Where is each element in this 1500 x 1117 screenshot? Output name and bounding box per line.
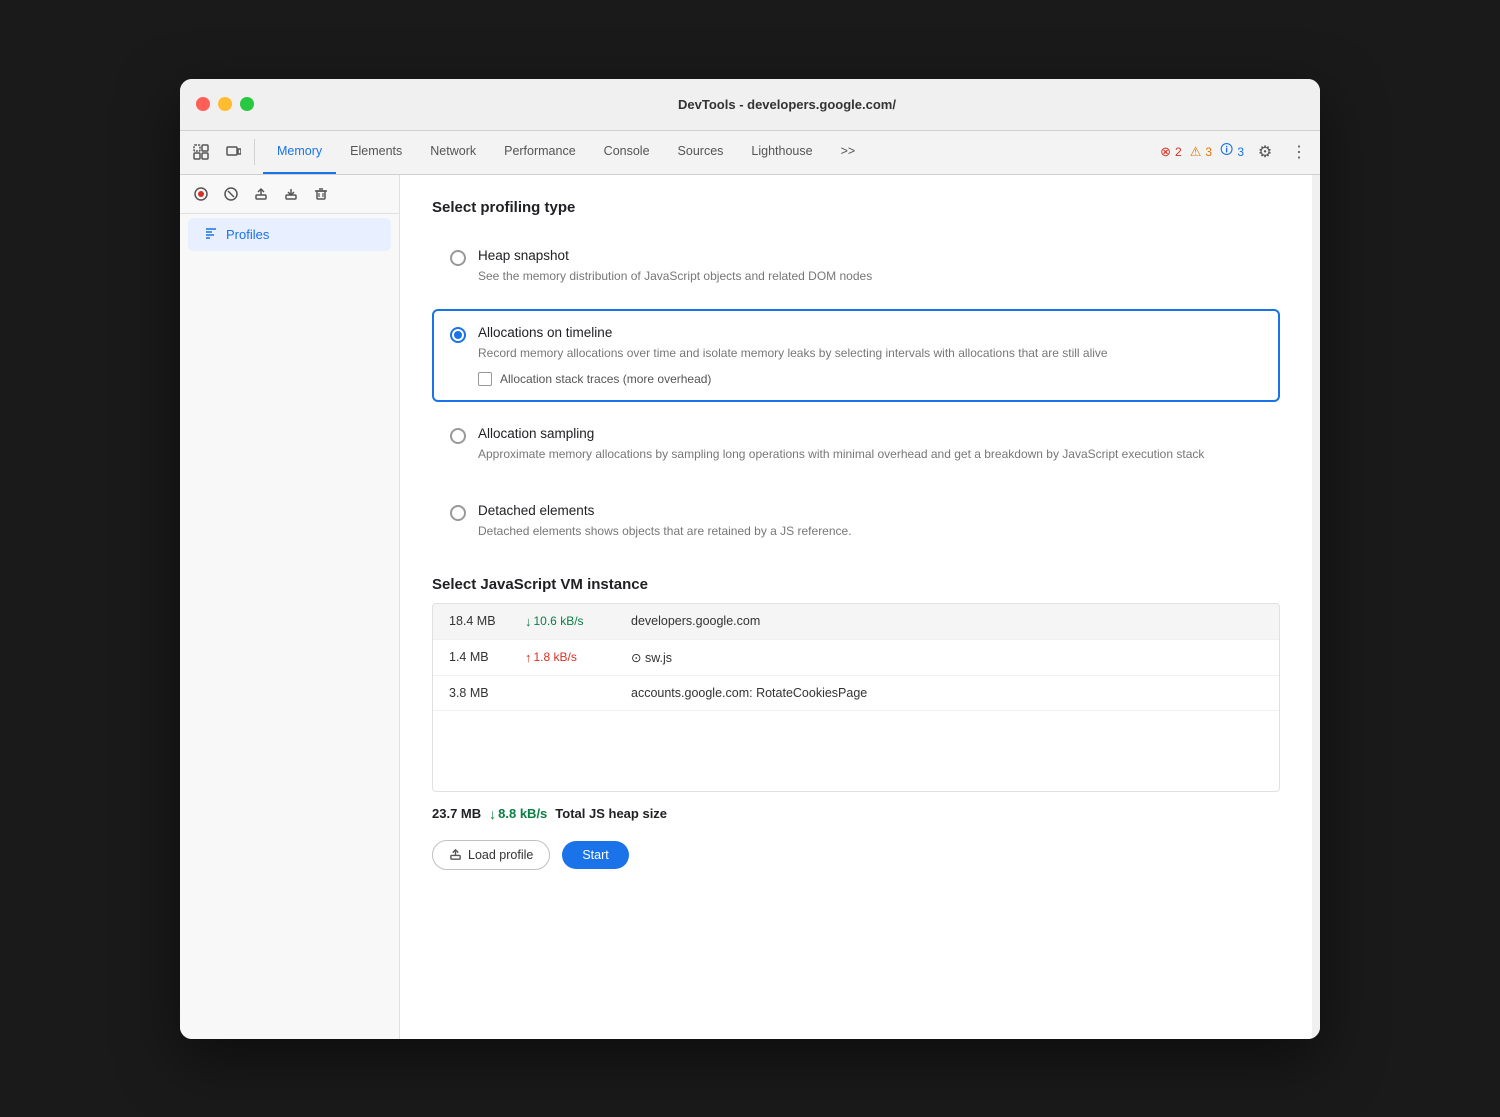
allocation-stack-traces-checkbox[interactable] <box>478 372 492 386</box>
tab-elements[interactable]: Elements <box>336 131 416 175</box>
vm-size-1: 1.4 MB <box>449 650 509 664</box>
close-button[interactable] <box>196 97 210 111</box>
sidebar: Profiles <box>180 175 400 1039</box>
allocation-sampling-desc: Approximate memory allocations by sampli… <box>478 445 1262 463</box>
select-vm-title: Select JavaScript VM instance <box>432 576 1280 593</box>
vm-rate-1: ↑1.8 kB/s <box>525 650 615 665</box>
devtools-body: Memory Elements Network Performance Cons… <box>180 131 1320 1039</box>
detached-elements-desc: Detached elements shows objects that are… <box>478 522 1262 540</box>
download-button[interactable] <box>278 181 304 207</box>
vm-name-2: accounts.google.com: RotateCookiesPage <box>631 686 867 700</box>
heap-snapshot-title: Heap snapshot <box>478 248 1262 263</box>
vm-name-1: ⊙ sw.js <box>631 650 672 665</box>
vm-size-0: 18.4 MB <box>449 614 509 628</box>
heap-snapshot-option[interactable]: Heap snapshot See the memory distributio… <box>432 232 1280 301</box>
tab-performance[interactable]: Performance <box>490 131 590 175</box>
sidebar-toolbar <box>180 175 399 214</box>
detached-elements-radio[interactable] <box>450 505 466 521</box>
vm-footer: 23.7 MB ↓8.8 kB/s Total JS heap size <box>432 792 1280 828</box>
more-options-icon[interactable]: ⋮ <box>1286 139 1312 165</box>
allocations-timeline-radio[interactable] <box>450 327 466 343</box>
record-button[interactable] <box>188 181 214 207</box>
load-profile-label: Load profile <box>468 848 533 862</box>
warning-badge: ⚠ 3 <box>1190 144 1212 160</box>
allocation-stack-traces-row: Allocation stack traces (more overhead) <box>478 372 1262 386</box>
tab-sources[interactable]: Sources <box>664 131 738 175</box>
sidebar-item-profiles[interactable]: Profiles <box>188 218 391 251</box>
clear-button[interactable] <box>218 181 244 207</box>
tab-bar: Memory Elements Network Performance Cons… <box>180 131 1320 175</box>
info-badge: 🛈 3 <box>1220 141 1244 163</box>
total-heap-size: 23.7 MB <box>432 806 481 821</box>
allocations-timeline-desc: Record memory allocations over time and … <box>478 344 1262 362</box>
devtools-window: DevTools - developers.google.com/ <box>180 79 1320 1039</box>
tab-right-actions: ⊗ 2 ⚠ 3 🛈 3 ⚙ ⋮ <box>1160 139 1312 165</box>
error-badge: ⊗ 2 <box>1160 144 1182 160</box>
minimize-button[interactable] <box>218 97 232 111</box>
total-heap-rate: ↓8.8 kB/s <box>489 806 547 822</box>
heap-snapshot-content: Heap snapshot See the memory distributio… <box>478 248 1262 285</box>
profiles-icon <box>204 226 218 243</box>
allocation-sampling-content: Allocation sampling Approximate memory a… <box>478 426 1262 463</box>
device-toolbar-icon[interactable] <box>220 139 246 165</box>
window-title: DevTools - developers.google.com/ <box>270 97 1304 112</box>
vm-size-2: 3.8 MB <box>449 686 509 700</box>
total-heap-label: Total JS heap size <box>555 806 667 821</box>
inspect-icon[interactable] <box>188 139 214 165</box>
vm-empty-space <box>433 711 1279 791</box>
tab-network[interactable]: Network <box>416 131 490 175</box>
upload-button[interactable] <box>248 181 274 207</box>
action-row: Load profile Start <box>432 840 1280 870</box>
tab-icons <box>188 139 255 165</box>
tab-memory[interactable]: Memory <box>263 131 336 175</box>
content-area: Select profiling type Heap snapshot See … <box>400 175 1312 1039</box>
heap-snapshot-desc: See the memory distribution of JavaScrip… <box>478 267 1262 285</box>
traffic-lights <box>196 97 254 111</box>
tab-lighthouse[interactable]: Lighthouse <box>737 131 826 175</box>
detached-elements-option[interactable]: Detached elements Detached elements show… <box>432 487 1280 556</box>
tabs: Memory Elements Network Performance Cons… <box>263 131 1160 175</box>
start-button[interactable]: Start <box>562 841 628 869</box>
vm-row-2[interactable]: 3.8 MB accounts.google.com: RotateCookie… <box>433 676 1279 711</box>
collect-garbage-icon[interactable] <box>308 181 334 207</box>
allocations-timeline-content: Allocations on timeline Record memory al… <box>478 325 1262 386</box>
detached-elements-content: Detached elements Detached elements show… <box>478 503 1262 540</box>
allocations-timeline-option[interactable]: Allocations on timeline Record memory al… <box>432 309 1280 402</box>
detached-elements-title: Detached elements <box>478 503 1262 518</box>
heap-snapshot-radio[interactable] <box>450 250 466 266</box>
tab-more[interactable]: >> <box>827 131 870 175</box>
main-area: Profiles Select profiling type Heap snap… <box>180 175 1320 1039</box>
vm-name-0: developers.google.com <box>631 614 760 628</box>
select-profiling-type-title: Select profiling type <box>432 199 1280 216</box>
allocations-timeline-title: Allocations on timeline <box>478 325 1262 340</box>
allocation-sampling-option[interactable]: Allocation sampling Approximate memory a… <box>432 410 1280 479</box>
allocation-sampling-radio[interactable] <box>450 428 466 444</box>
scrollbar[interactable] <box>1312 175 1320 1039</box>
vm-row-0[interactable]: 18.4 MB ↓10.6 kB/s developers.google.com <box>433 604 1279 640</box>
sidebar-item-label: Profiles <box>226 227 269 242</box>
vm-rate-0: ↓10.6 kB/s <box>525 614 615 629</box>
upload-icon <box>449 848 462 861</box>
vm-table: 18.4 MB ↓10.6 kB/s developers.google.com… <box>432 603 1280 792</box>
allocation-stack-traces-label: Allocation stack traces (more overhead) <box>500 372 711 386</box>
settings-icon[interactable]: ⚙ <box>1252 139 1278 165</box>
maximize-button[interactable] <box>240 97 254 111</box>
vm-row-1[interactable]: 1.4 MB ↑1.8 kB/s ⊙ sw.js <box>433 640 1279 676</box>
load-profile-button[interactable]: Load profile <box>432 840 550 870</box>
tab-console[interactable]: Console <box>590 131 664 175</box>
titlebar: DevTools - developers.google.com/ <box>180 79 1320 131</box>
allocation-sampling-title: Allocation sampling <box>478 426 1262 441</box>
